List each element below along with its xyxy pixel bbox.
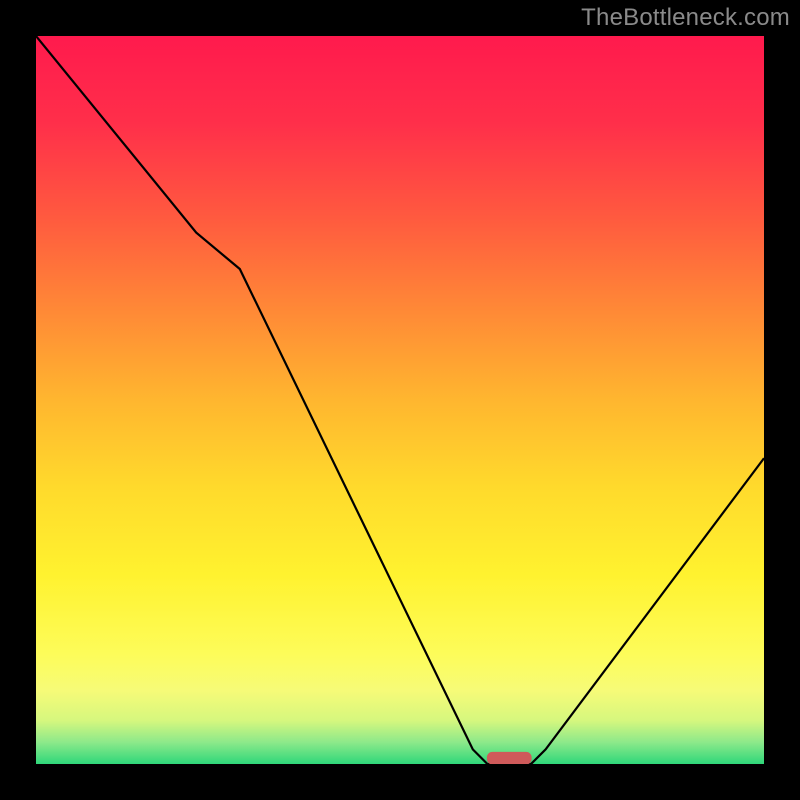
plot-area [36,36,764,764]
bottleneck-chart [36,36,764,764]
gradient-background [36,36,764,764]
watermark-text: TheBottleneck.com [581,4,790,32]
optimal-marker [487,752,531,764]
chart-frame: TheBottleneck.com [0,0,800,800]
